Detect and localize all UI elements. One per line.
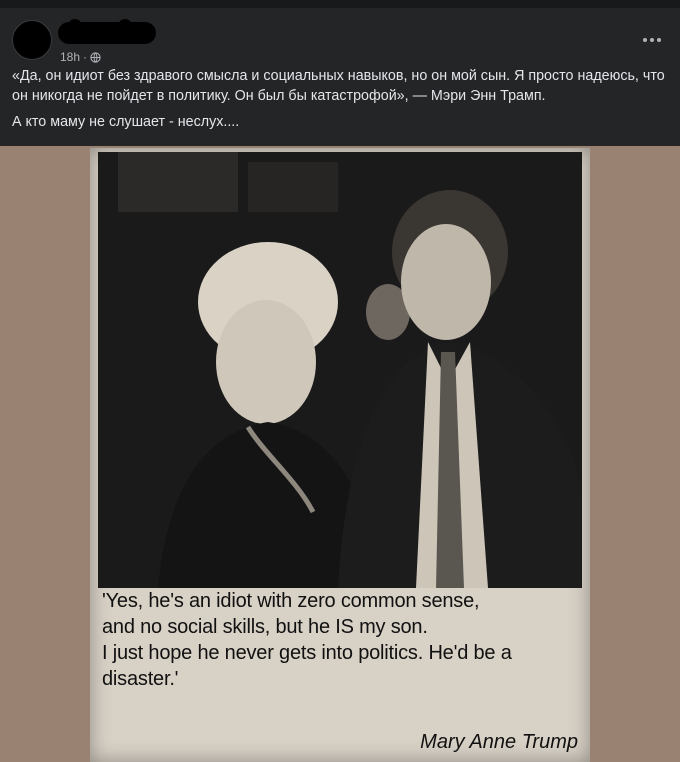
post-meta: 18h · [60, 50, 101, 64]
caption-line: I just hope he never gets into politics.… [102, 642, 512, 664]
post-text: «Да, он идиот без здравого смысла и соци… [0, 66, 680, 132]
globe-icon [90, 51, 101, 63]
meta-separator: · [83, 50, 88, 64]
post-text-comment: А кто маму не слушает - неслух.... [12, 114, 240, 130]
more-horizontal-icon [643, 38, 647, 42]
photo-illustration [98, 152, 582, 588]
post-text-quote: «Да, он идиот без здравого смысла и соци… [12, 68, 665, 104]
post-timestamp[interactable]: 18h [60, 50, 80, 64]
caption-line: disaster.' [102, 668, 179, 690]
post-header: 18h · [0, 8, 680, 64]
post-photo[interactable]: 'Yes, he's an idiot with zero common sen… [0, 146, 680, 762]
caption-line: 'Yes, he's an idiot with zero common sen… [102, 590, 480, 612]
clipping-photo [98, 152, 582, 588]
avatar[interactable] [12, 20, 52, 60]
clipping-caption: 'Yes, he's an idiot with zero common sen… [102, 588, 582, 692]
more-options-button[interactable] [638, 30, 666, 50]
redacted-author-name[interactable] [58, 19, 156, 44]
top-bar [0, 0, 680, 8]
caption-credit: Mary Anne Trump [420, 731, 578, 753]
facebook-post: 18h · «Да, он идиот без здравого смысла … [0, 0, 680, 762]
caption-line: and no social skills, but he IS my son. [102, 616, 428, 638]
newspaper-clipping: 'Yes, he's an idiot with zero common sen… [90, 148, 590, 762]
